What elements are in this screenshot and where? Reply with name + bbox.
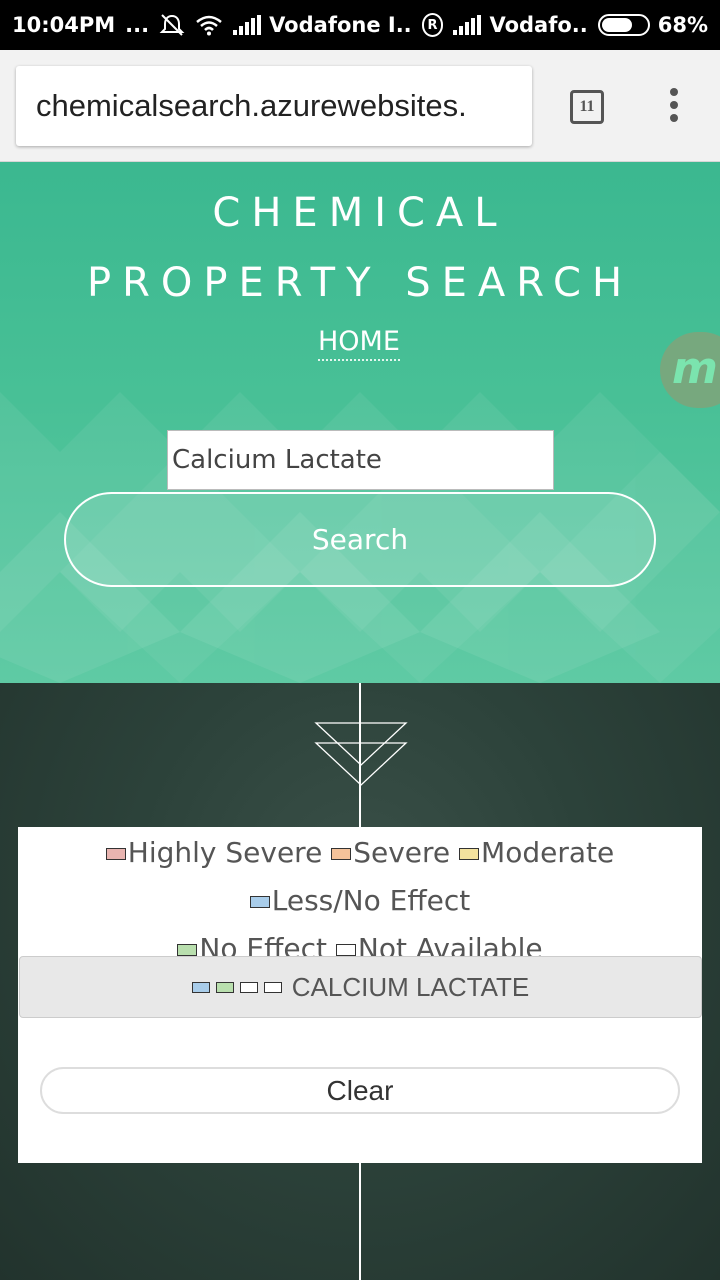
status-bar: 10:04PM ... Vodafone I.. R Vodafo.. 68% xyxy=(0,0,720,50)
severity-swatch xyxy=(191,981,210,993)
severity-legend: Highly Severe Severe Moderate Less/No Ef… xyxy=(18,827,702,973)
legend-item-less-no-effect: Less/No Effect xyxy=(249,884,471,917)
search-button[interactable]: Search xyxy=(64,492,656,587)
severity-swatch xyxy=(239,981,258,993)
chemical-name: CALCIUM LACTATE xyxy=(291,971,530,1002)
browser-toolbar: chemicalsearch.azurewebsites. 11 xyxy=(0,50,720,162)
url-bar[interactable]: chemicalsearch.azurewebsites. xyxy=(16,66,532,146)
battery-percent: 68% xyxy=(657,13,708,37)
results-card: Highly Severe Severe Moderate Less/No Ef… xyxy=(18,827,702,1163)
legend-swatch xyxy=(331,848,352,860)
legend-label: Highly Severe xyxy=(127,836,323,869)
severity-swatch xyxy=(263,981,282,993)
legend-item-severe: Severe xyxy=(331,836,450,869)
clear-button[interactable]: Clear xyxy=(40,1067,680,1114)
roaming-icon: R xyxy=(421,13,444,37)
chemical-result-row[interactable]: CALCIUM LACTATE xyxy=(19,956,702,1018)
legend-label: Severe xyxy=(353,836,451,869)
legend-swatch xyxy=(335,944,356,956)
carrier-1: Vodafone I.. xyxy=(269,13,412,37)
page-title-line1: CHEMICAL xyxy=(212,190,508,236)
legend-swatch xyxy=(177,944,198,956)
signal-icon-2 xyxy=(453,15,482,35)
hero-section: CHEMICAL PROPERTY SEARCH HOME m Search xyxy=(0,162,720,683)
severity-swatch xyxy=(215,981,234,993)
legend-swatch xyxy=(459,848,480,860)
notification-dots: ... xyxy=(125,13,150,37)
tab-switcher-icon[interactable]: 11 xyxy=(570,90,604,124)
legend-item-moderate: Moderate xyxy=(459,836,614,869)
wifi-icon xyxy=(195,14,223,36)
diamond-pattern xyxy=(0,392,720,683)
legend-swatch xyxy=(105,848,126,860)
status-time: 10:04PM xyxy=(12,13,116,37)
page-title-line2: PROPERTY SEARCH xyxy=(86,260,634,306)
battery-icon xyxy=(597,14,650,36)
legend-swatch xyxy=(249,896,270,908)
signal-icon xyxy=(233,15,262,35)
legend-item-highly-severe: Highly Severe xyxy=(105,836,323,869)
mute-icon xyxy=(159,13,185,37)
chemical-search-input[interactable] xyxy=(167,430,554,490)
triangle-ornament-icon xyxy=(314,722,408,786)
legend-label: Less/No Effect xyxy=(271,884,471,917)
legend-label: Moderate xyxy=(481,836,615,869)
overflow-menu-icon[interactable] xyxy=(666,88,682,128)
home-link[interactable]: HOME xyxy=(318,326,400,361)
carrier-2: Vodafo.. xyxy=(489,13,588,37)
divider-line-bottom xyxy=(359,1163,361,1280)
